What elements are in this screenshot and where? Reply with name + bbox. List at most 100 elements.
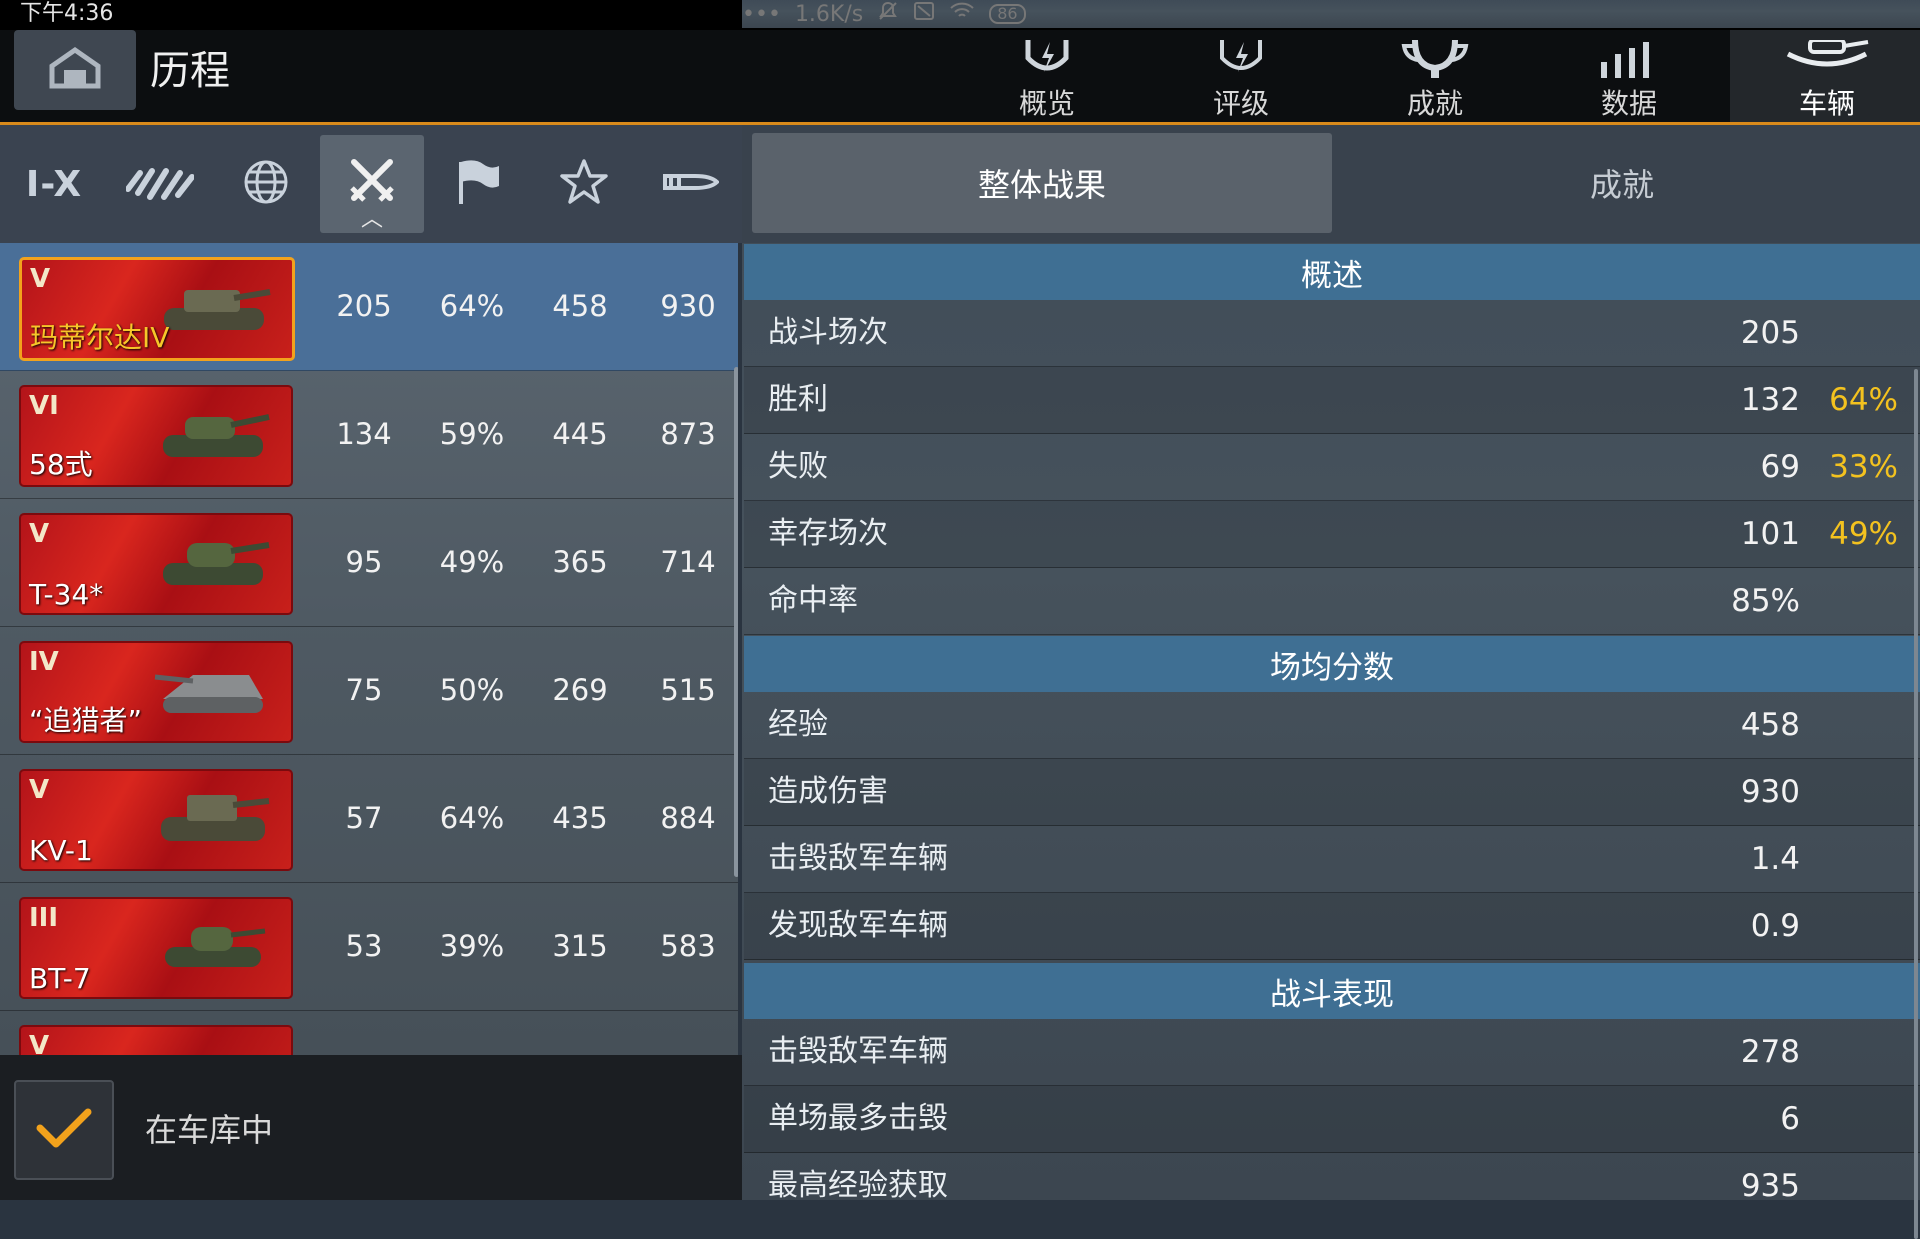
detail-tabs: 整体战果 成就	[742, 125, 1920, 243]
vehicle-card: IV “追猎者”	[19, 641, 293, 743]
status-time: 下午4:36	[20, 1, 114, 26]
tier-filter-button[interactable]: I-X	[2, 135, 106, 233]
vehicle-row-selected[interactable]: V 玛蒂尔达IV 205 64% 458 930	[0, 243, 738, 371]
stat-value: 0.9	[1750, 908, 1800, 944]
stat-label: 单场最多击毁	[768, 1101, 948, 1136]
battles-value: 57	[345, 801, 383, 835]
stat-percent: 49%	[1829, 516, 1898, 552]
tank-silhouette-icon	[154, 268, 274, 342]
vehicle-name: 58式	[29, 448, 93, 481]
stat-value: 205	[1740, 315, 1800, 351]
section-header-averages: 场均分数	[744, 636, 1920, 692]
tab-overall-results[interactable]: 整体战果	[752, 133, 1332, 233]
rating-shield-icon	[1216, 30, 1266, 80]
stat-value: 69	[1760, 449, 1800, 485]
section-header-overview: 概述	[744, 244, 1920, 300]
tab-label: 车辆	[1798, 87, 1855, 120]
garage-filter-bar: 在车库中	[0, 1055, 742, 1200]
section-header-performance: 战斗表现	[744, 963, 1920, 1019]
in-garage-checkbox[interactable]	[14, 1080, 114, 1180]
stat-label: 幸存场次	[768, 516, 888, 551]
stat-label: 胜利	[768, 382, 828, 417]
nation-filter-button[interactable]	[108, 135, 212, 233]
vehicle-detail-panel: 整体战果 成就 概述 战斗场次 205 胜利 132 64% 失败 69 33%…	[742, 125, 1920, 1239]
stat-value: 101	[1740, 516, 1800, 552]
tier-badge: III	[29, 903, 59, 933]
shield-lightning-icon	[1022, 30, 1072, 80]
stat-percent: 64%	[1829, 382, 1898, 418]
garage-icon	[48, 46, 102, 94]
flag-filter-button[interactable]	[426, 135, 530, 233]
garage-home-button[interactable]	[14, 30, 136, 110]
stat-value: 278	[1740, 1034, 1800, 1070]
tab-overview[interactable]: 概览	[950, 30, 1144, 122]
tab-vehicle-achievements[interactable]: 成就	[1332, 133, 1912, 233]
tab-label: 概览	[1018, 87, 1075, 120]
vehicle-card: V KV-1	[19, 769, 293, 871]
vehicle-name: “追猎者”	[29, 704, 143, 737]
battles-value: 205	[336, 289, 392, 323]
tab-achievements[interactable]: 成就	[1338, 30, 1532, 122]
tab-statistics[interactable]: 数据	[1532, 30, 1726, 122]
flag-icon	[455, 158, 501, 210]
winrate-value: 49%	[439, 545, 505, 579]
stat-value: 6	[1780, 1101, 1800, 1137]
list-scrollbar[interactable]	[734, 367, 738, 877]
stat-row: 最高经验获取 935	[744, 1153, 1920, 1200]
winrate-value: 64%	[439, 801, 505, 835]
stat-label: 造成伤害	[768, 774, 888, 809]
vehicle-row-partial[interactable]: V	[0, 1011, 738, 1055]
winrate-value: 59%	[439, 417, 505, 451]
vehicle-list: V 玛蒂尔达IV 205 64% 458 930 VI 58式 134 59% …	[0, 243, 738, 1055]
in-garage-label: 在车库中	[145, 1111, 274, 1149]
tier-badge: VI	[29, 391, 59, 421]
detail-scrollbar[interactable]	[1914, 369, 1918, 1239]
avg-damage-value: 873	[660, 417, 716, 451]
vehicle-name: 玛蒂尔达IV	[30, 321, 170, 354]
battles-sort-button[interactable]: ︿	[320, 135, 424, 233]
stat-value: 1.4	[1750, 841, 1800, 877]
vehicle-row[interactable]: VI 58式 134 59% 445 873	[0, 371, 738, 499]
stat-label: 失败	[768, 449, 828, 484]
region-filter-button[interactable]	[214, 135, 318, 233]
stat-label: 击毁敌军车辆	[768, 1034, 948, 1069]
stat-label: 命中率	[768, 583, 858, 618]
sort-caret-icon: ︿	[360, 207, 384, 232]
vehicle-row[interactable]: V KV-1 57 64% 435 884	[0, 755, 738, 883]
vehicle-card: VI 58式	[19, 385, 293, 487]
tier-badge: V	[29, 1031, 50, 1055]
stat-row: 造成伤害 930	[744, 759, 1920, 826]
status-icons: ••• 1.6K/s 86	[742, 0, 1920, 28]
stat-percent: 33%	[1829, 449, 1898, 485]
tank-silhouette-icon	[153, 395, 273, 469]
mute-bell-icon	[877, 0, 899, 28]
vehicle-row[interactable]: IV “追猎者” 75 50% 269 515	[0, 627, 738, 755]
favorite-filter-button[interactable]	[532, 135, 636, 233]
battles-value: 95	[345, 545, 383, 579]
trophy-icon	[1400, 30, 1470, 80]
stat-row: 胜利 132 64%	[744, 367, 1920, 434]
avg-damage-value: 714	[660, 545, 716, 579]
stat-value: 935	[1740, 1168, 1800, 1200]
tab-vehicles[interactable]: 车辆	[1730, 30, 1920, 122]
stat-value: 85%	[1731, 583, 1800, 619]
stat-label: 最高经验获取	[768, 1168, 948, 1200]
vehicle-card: III BT-7	[19, 897, 293, 999]
crossed-swords-icon	[348, 158, 396, 210]
vehicle-card: V T-34*	[19, 513, 293, 615]
ammo-filter-button[interactable]	[638, 135, 742, 233]
tank-silhouette-icon	[153, 907, 273, 981]
stat-label: 经验	[768, 707, 828, 742]
stat-label: 发现敌军车辆	[768, 908, 948, 943]
avg-xp-value: 445	[552, 417, 608, 451]
vehicle-row[interactable]: III BT-7 53 39% 315 583	[0, 883, 738, 1011]
vehicle-row[interactable]: V T-34* 95 49% 365 714	[0, 499, 738, 627]
tab-rating[interactable]: 评级	[1144, 30, 1338, 122]
avg-xp-value: 269	[552, 673, 608, 707]
tank-icon	[1784, 30, 1870, 80]
stat-value: 132	[1740, 382, 1800, 418]
stat-row: 击毁敌军车辆 1.4	[744, 826, 1920, 893]
stat-value: 458	[1740, 707, 1800, 743]
tank-silhouette-icon	[153, 779, 273, 853]
vehicle-card: V 玛蒂尔达IV	[19, 257, 295, 361]
